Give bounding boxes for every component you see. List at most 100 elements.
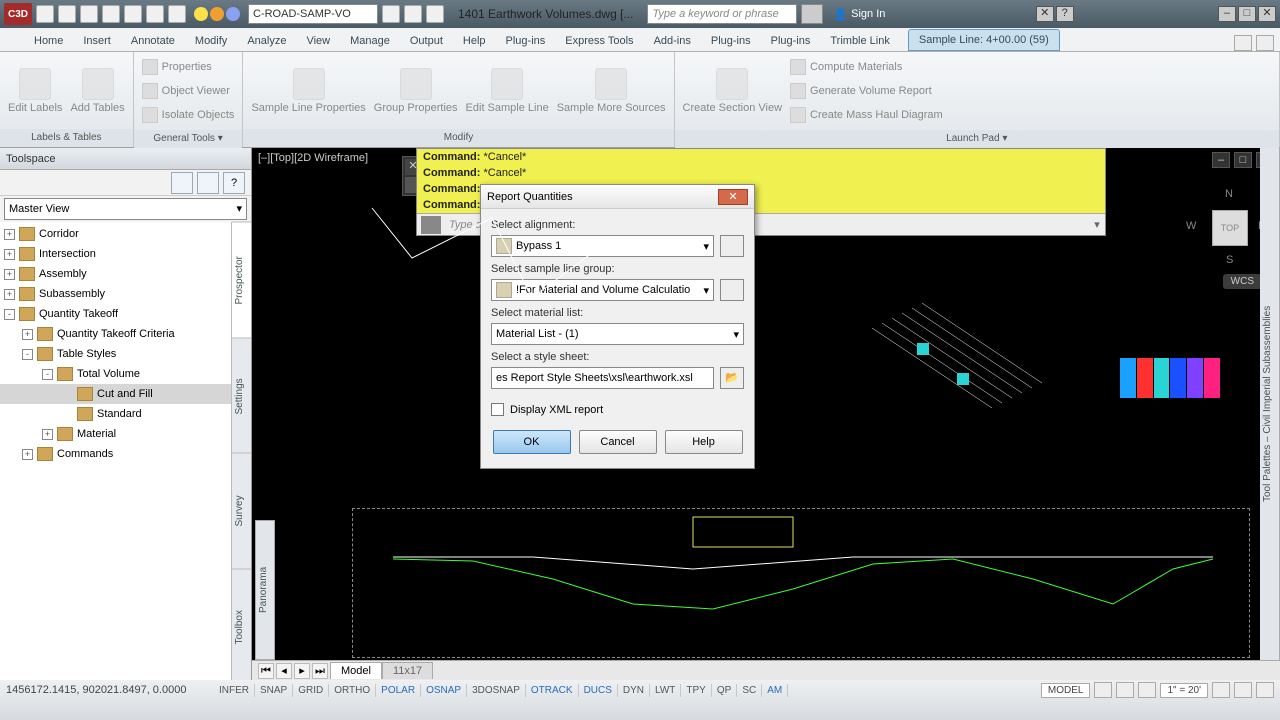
toggle-otrack[interactable]: OTRACK xyxy=(526,684,579,697)
edit-sample-line-button[interactable]: Edit Sample Line xyxy=(466,68,549,114)
qat-match-icon[interactable] xyxy=(404,5,422,23)
tree-node-quantity-takeoff[interactable]: -Quantity Takeoff xyxy=(0,304,231,324)
expand-icon[interactable]: + xyxy=(4,229,15,240)
ribbon-tab-home[interactable]: Home xyxy=(24,31,73,51)
vc-north[interactable]: N xyxy=(1225,188,1233,200)
qat-save-icon[interactable] xyxy=(80,5,98,23)
status-icon-2[interactable] xyxy=(1116,682,1134,698)
side-tab-survey[interactable]: Survey xyxy=(232,453,251,569)
slg-pick-button[interactable] xyxy=(720,279,744,301)
qat-open-icon[interactable] xyxy=(58,5,76,23)
ribbon-min-icon[interactable] xyxy=(1256,35,1274,51)
expand-icon[interactable]: - xyxy=(4,309,15,320)
tab-model[interactable]: Model xyxy=(330,662,382,679)
toggle-osnap[interactable]: OSNAP xyxy=(421,684,467,697)
side-tab-settings[interactable]: Settings xyxy=(232,338,251,454)
tree-node-corridor[interactable]: +Corridor xyxy=(0,224,231,244)
app-logo[interactable]: C3D xyxy=(4,3,32,25)
viewport-label[interactable]: [–][Top][2D Wireframe] xyxy=(258,152,368,164)
ribbon-tab-modify[interactable]: Modify xyxy=(185,31,237,51)
gizmo-icon[interactable] xyxy=(226,7,240,21)
tree-node-table-styles[interactable]: -Table Styles xyxy=(0,344,231,364)
exchange-icon[interactable]: ✕ xyxy=(1036,6,1054,22)
tree-node-standard[interactable]: Standard xyxy=(0,404,231,424)
ribbon-tab-plug-ins[interactable]: Plug-ins xyxy=(761,31,821,51)
status-icon-6[interactable] xyxy=(1256,682,1274,698)
qat-drop-icon[interactable] xyxy=(426,5,444,23)
ts-btn-2[interactable] xyxy=(197,172,219,194)
sample-line-props-button[interactable]: Sample Line Properties xyxy=(251,68,365,114)
alignment-combo[interactable]: Bypass 1▾ xyxy=(491,235,714,257)
tree-node-commands[interactable]: +Commands xyxy=(0,444,231,464)
ribbon-tab-express-tools[interactable]: Express Tools xyxy=(555,31,643,51)
help-icon[interactable]: ? xyxy=(1056,6,1074,22)
expand-icon[interactable]: + xyxy=(4,269,15,280)
toggle-snap[interactable]: SNAP xyxy=(255,684,293,697)
vc-south[interactable]: S xyxy=(1226,254,1233,266)
status-icon-3[interactable] xyxy=(1138,682,1156,698)
add-tables-button[interactable]: Add Tables xyxy=(70,68,124,114)
dialog-titlebar[interactable]: Report Quantities ✕ xyxy=(481,185,754,209)
status-icon-5[interactable] xyxy=(1234,682,1252,698)
tree-node-cut-and-fill[interactable]: Cut and Fill xyxy=(0,384,231,404)
maximize-button[interactable]: □ xyxy=(1238,6,1256,22)
toggle-ducs[interactable]: DUCS xyxy=(579,684,618,697)
bulb-icon[interactable] xyxy=(194,7,208,21)
ribbon-tab-plug-ins[interactable]: Plug-ins xyxy=(701,31,761,51)
toggle-3dosnap[interactable]: 3DOSNAP xyxy=(467,684,526,697)
context-tab[interactable]: Sample Line: 4+00.00 (59) xyxy=(908,29,1060,51)
edit-labels-button[interactable]: Edit Labels xyxy=(8,68,62,114)
cmd-expand-icon[interactable]: ▾ xyxy=(1089,218,1105,231)
ok-button[interactable]: OK xyxy=(493,430,571,454)
tree-node-assembly[interactable]: +Assembly xyxy=(0,264,231,284)
signin-button[interactable]: 👤 Sign In xyxy=(833,8,885,21)
qat-redo-icon[interactable] xyxy=(168,5,186,23)
tab-first-icon[interactable]: ⏮ xyxy=(258,663,274,679)
isolate-button[interactable]: Isolate Objects xyxy=(142,104,235,126)
tree-node-quantity-takeoff-criteria[interactable]: +Quantity Takeoff Criteria xyxy=(0,324,231,344)
expand-icon[interactable]: + xyxy=(42,429,53,440)
more-sources-button[interactable]: Sample More Sources xyxy=(557,68,666,114)
toolspace-tree[interactable]: +Corridor+Intersection+Assembly+Subassem… xyxy=(0,222,231,684)
ribbon-tab-view[interactable]: View xyxy=(296,31,340,51)
toggle-tpy[interactable]: TPY xyxy=(681,684,711,697)
group-props-button[interactable]: Group Properties xyxy=(374,68,458,114)
drawing-viewport[interactable]: [–][Top][2D Wireframe] – □ ✕ ✕ Command: … xyxy=(252,148,1280,702)
slg-combo[interactable]: !For Material and Volume Calculatio▾ xyxy=(491,279,714,301)
tree-node-material[interactable]: +Material xyxy=(0,424,231,444)
expand-icon[interactable]: + xyxy=(4,289,15,300)
create-section-view-button[interactable]: Create Section View xyxy=(683,68,782,114)
expand-icon[interactable]: - xyxy=(22,349,33,360)
tree-node-subassembly[interactable]: +Subassembly xyxy=(0,284,231,304)
ts-btn-help-icon[interactable]: ? xyxy=(223,172,245,194)
master-view-combo[interactable]: Master View▾ xyxy=(4,198,247,220)
tree-node-total-volume[interactable]: -Total Volume xyxy=(0,364,231,384)
mass-haul-button[interactable]: Create Mass Haul Diagram xyxy=(790,104,943,126)
side-tab-toolbox[interactable]: Toolbox xyxy=(232,569,251,685)
sun-icon[interactable] xyxy=(210,7,224,21)
toggle-am[interactable]: AM xyxy=(762,684,788,697)
search-input[interactable]: Type a keyword or phrase xyxy=(647,4,797,24)
vc-west[interactable]: W xyxy=(1186,220,1196,232)
layer-combo[interactable]: C-ROAD-SAMP-VO xyxy=(248,4,378,24)
ribbon-tab-output[interactable]: Output xyxy=(400,31,453,51)
style-sheet-input[interactable]: es Report Style Sheets\xsl\earthwork.xsl xyxy=(491,367,714,389)
tab-last-icon[interactable]: ⏭ xyxy=(312,663,328,679)
qat-new-icon[interactable] xyxy=(36,5,54,23)
ribbon-tab-add-ins[interactable]: Add-ins xyxy=(644,31,701,51)
object-viewer-button[interactable]: Object Viewer xyxy=(142,80,235,102)
toggle-qp[interactable]: QP xyxy=(712,684,737,697)
volume-report-button[interactable]: Generate Volume Report xyxy=(790,80,943,102)
close-button[interactable]: ✕ xyxy=(1258,6,1276,22)
xml-checkbox-row[interactable]: Display XML report xyxy=(491,403,744,416)
tool-palettes-tab[interactable]: Tool Palettes – Civil Imperial Subassemb… xyxy=(1260,148,1280,660)
anno-scale-combo[interactable]: 1" = 20' xyxy=(1160,683,1208,698)
ribbon-tab-help[interactable]: Help xyxy=(453,31,496,51)
minimize-button[interactable]: – xyxy=(1218,6,1236,22)
cancel-button[interactable]: Cancel xyxy=(579,430,657,454)
side-tab-prospector[interactable]: Prospector xyxy=(232,222,251,338)
dialog-close-button[interactable]: ✕ xyxy=(718,189,748,205)
ts-btn-1[interactable] xyxy=(171,172,193,194)
expand-icon[interactable]: - xyxy=(42,369,53,380)
qat-layers-icon[interactable] xyxy=(382,5,400,23)
